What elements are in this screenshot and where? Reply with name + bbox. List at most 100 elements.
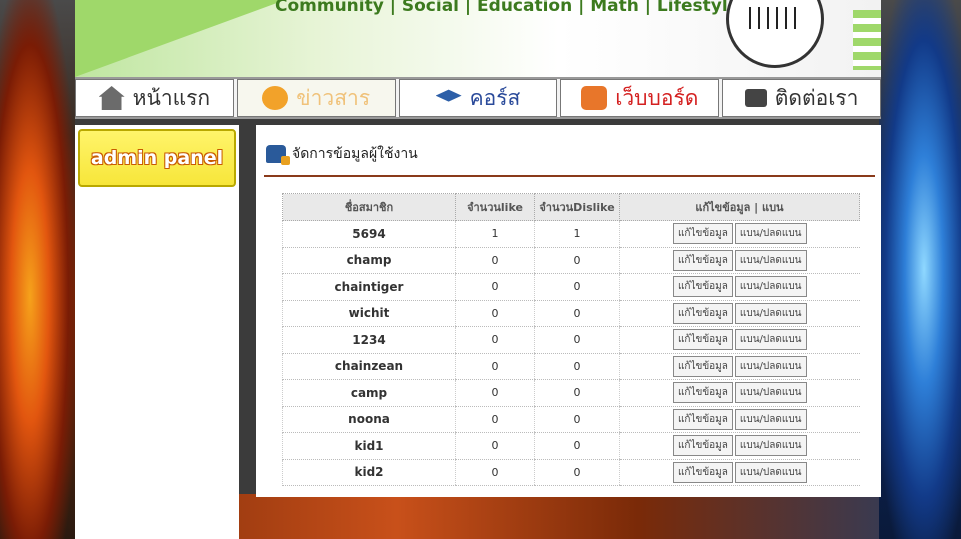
- nav-item-webboard[interactable]: เว็บบอร์ด: [560, 79, 720, 117]
- cell-dislikes: 0: [534, 300, 620, 327]
- cell-actions: แก้ไขข้อมูล แบน/ปลดแบน: [619, 406, 860, 433]
- table-row: wichit 0 0 แก้ไขข้อมูล แบน/ปลดแบน: [282, 300, 860, 327]
- edit-user-button[interactable]: แก้ไขข้อมูล: [672, 302, 733, 324]
- ban-unban-button[interactable]: แบน/ปลดแบน: [734, 382, 807, 404]
- nav-label: คอร์ส: [469, 85, 521, 110]
- banner-stripes: [853, 10, 881, 70]
- cell-username: chainzean: [282, 353, 456, 380]
- cell-likes: 0: [455, 247, 535, 274]
- panel-title: จัดการข้อมูลผู้ใช้งาน: [292, 146, 418, 162]
- cell-actions: แก้ไขข้อมูล แบน/ปลดแบน: [619, 353, 860, 380]
- table-row: chaintiger 0 0 แก้ไขข้อมูล แบน/ปลดแบน: [282, 273, 860, 301]
- fire-background-left: [0, 0, 75, 539]
- nav-item-courses[interactable]: คอร์ส: [398, 79, 558, 117]
- cell-actions: แก้ไขข้อมูล แบน/ปลดแบน: [619, 432, 860, 460]
- column-header-likes: จำนวนlike: [455, 193, 535, 221]
- admin-panel-label: admin panel: [90, 147, 224, 169]
- main-nav: หน้าแรก ข่าวสาร คอร์ส เว็บบอร์ด ติดต่อเร…: [75, 77, 881, 119]
- user-edit-icon: [266, 145, 290, 165]
- table-row: 5694 1 1 แก้ไขข้อมูล แบน/ปลดแบน: [282, 220, 860, 248]
- column-header-actions: แก้ไขข้อมูล | แบน: [619, 193, 860, 221]
- cell-username: 1234: [282, 326, 456, 354]
- ban-unban-button[interactable]: แบน/ปลดแบน: [734, 223, 807, 245]
- cell-username: chaintiger: [282, 273, 456, 301]
- nav-label: ข่าวสาร: [296, 85, 371, 110]
- site-banner: Community | Social | Education | Math | …: [75, 0, 881, 77]
- cell-likes: 0: [455, 326, 535, 354]
- column-header-username: ชื่อสมาชิก: [282, 193, 456, 221]
- ban-unban-button[interactable]: แบน/ปลดแบน: [734, 276, 807, 298]
- edit-user-button[interactable]: แก้ไขข้อมูล: [672, 355, 733, 377]
- edit-user-button[interactable]: แก้ไขข้อมูล: [672, 408, 733, 430]
- cell-actions: แก้ไขข้อมูล แบน/ปลดแบน: [619, 459, 860, 486]
- ban-unban-button[interactable]: แบน/ปลดแบน: [734, 355, 807, 377]
- cell-likes: 1: [455, 220, 535, 248]
- cell-dislikes: 0: [534, 459, 620, 486]
- cell-likes: 0: [455, 459, 535, 486]
- cell-actions: แก้ไขข้อมูล แบน/ปลดแบน: [619, 273, 860, 301]
- cell-dislikes: 0: [534, 353, 620, 380]
- graduation-cap-icon: [435, 89, 462, 102]
- edit-user-button[interactable]: แก้ไขข้อมูล: [672, 382, 733, 404]
- home-icon: [98, 86, 125, 110]
- sidebar: admin panel: [75, 125, 239, 539]
- site-logo: [726, 0, 824, 68]
- cell-likes: 0: [455, 406, 535, 433]
- cell-username: camp: [282, 379, 456, 407]
- cell-username: champ: [282, 247, 456, 274]
- nav-item-home[interactable]: หน้าแรก: [75, 79, 234, 117]
- edit-user-button[interactable]: แก้ไขข้อมูล: [672, 276, 733, 298]
- banner-tagline: Community | Social | Education | Math | …: [275, 0, 740, 16]
- ban-unban-button[interactable]: แบน/ปลดแบน: [734, 302, 807, 324]
- cell-actions: แก้ไขข้อมูล แบน/ปลดแบน: [619, 300, 860, 327]
- ban-unban-button[interactable]: แบน/ปลดแบน: [734, 435, 807, 457]
- cell-username: noona: [282, 406, 456, 433]
- cell-dislikes: 1: [534, 220, 620, 248]
- cell-username: kid1: [282, 432, 456, 460]
- nav-label: หน้าแรก: [132, 85, 211, 110]
- table-header-row: ชื่อสมาชิก จำนวนlike จำนวนDislike แก้ไขข…: [282, 193, 860, 221]
- cell-username: wichit: [282, 300, 456, 327]
- nav-label: เว็บบอร์ด: [615, 85, 699, 110]
- cell-actions: แก้ไขข้อมูล แบน/ปลดแบน: [619, 379, 860, 407]
- banner-green-shape: [75, 0, 285, 77]
- blue-flame-background-right: [879, 0, 961, 539]
- cell-dislikes: 0: [534, 326, 620, 354]
- cell-dislikes: 0: [534, 247, 620, 274]
- ban-unban-button[interactable]: แบน/ปลดแบน: [734, 329, 807, 351]
- table-row: kid2 0 0 แก้ไขข้อมูล แบน/ปลดแบน: [282, 459, 860, 486]
- cell-dislikes: 0: [534, 432, 620, 460]
- cell-likes: 0: [455, 379, 535, 407]
- ban-unban-button[interactable]: แบน/ปลดแบน: [734, 249, 807, 271]
- table-row: camp 0 0 แก้ไขข้อมูล แบน/ปลดแบน: [282, 379, 860, 407]
- nav-label: ติดต่อเรา: [774, 85, 859, 110]
- ban-unban-button[interactable]: แบน/ปลดแบน: [734, 461, 807, 483]
- cell-likes: 0: [455, 432, 535, 460]
- edit-user-button[interactable]: แก้ไขข้อมูล: [672, 461, 733, 483]
- rss-icon: [262, 86, 289, 110]
- edit-user-button[interactable]: แก้ไขข้อมูล: [672, 249, 733, 271]
- user-management-panel: จัดการข้อมูลผู้ใช้งาน ชื่อสมาชิก จำนวนli…: [256, 125, 881, 497]
- table-row: 1234 0 0 แก้ไขข้อมูล แบน/ปลดแบน: [282, 326, 860, 354]
- table-row: noona 0 0 แก้ไขข้อมูล แบน/ปลดแบน: [282, 406, 860, 433]
- column-header-dislikes: จำนวนDislike: [534, 193, 620, 221]
- ban-unban-button[interactable]: แบน/ปลดแบน: [734, 408, 807, 430]
- edit-user-button[interactable]: แก้ไขข้อมูล: [672, 329, 733, 351]
- cell-likes: 0: [455, 273, 535, 301]
- edit-user-button[interactable]: แก้ไขข้อมูล: [672, 435, 733, 457]
- nav-item-contact[interactable]: ติดต่อเรา: [722, 79, 881, 117]
- panel-divider: [264, 175, 875, 177]
- cell-likes: 0: [455, 353, 535, 380]
- cell-username: 5694: [282, 220, 456, 248]
- users-table: ชื่อสมาชิก จำนวนlike จำนวนDislike แก้ไขข…: [282, 193, 860, 486]
- panel-header: จัดการข้อมูลผู้ใช้งาน: [266, 143, 418, 165]
- admin-panel-button[interactable]: admin panel: [78, 129, 236, 187]
- cell-dislikes: 0: [534, 379, 620, 407]
- cell-likes: 0: [455, 300, 535, 327]
- cell-actions: แก้ไขข้อมูล แบน/ปลดแบน: [619, 247, 860, 274]
- edit-user-button[interactable]: แก้ไขข้อมูล: [672, 223, 733, 245]
- cell-dislikes: 0: [534, 406, 620, 433]
- nav-item-news[interactable]: ข่าวสาร: [236, 79, 396, 117]
- cell-actions: แก้ไขข้อมูล แบน/ปลดแบน: [619, 220, 860, 248]
- message-icon: [744, 89, 767, 107]
